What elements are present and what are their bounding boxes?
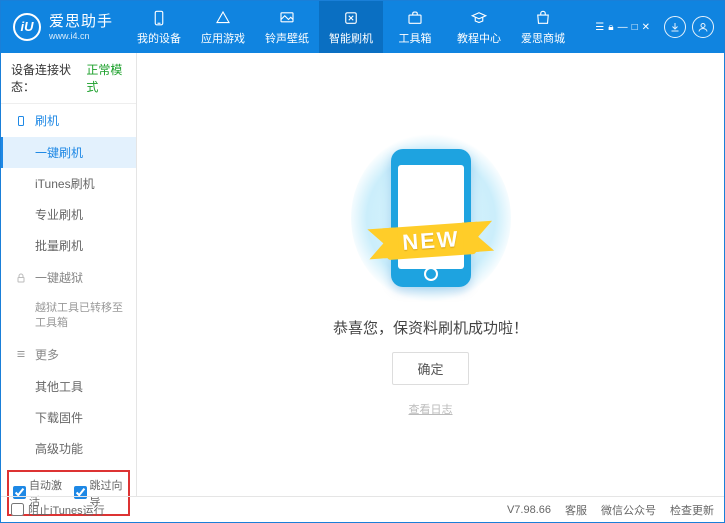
new-ribbon: NEW: [385, 221, 476, 259]
sidebar-item-itunes-flash[interactable]: iTunes刷机: [1, 168, 136, 199]
phone-illustration-icon: [391, 149, 471, 287]
category-flash[interactable]: 刷机: [1, 104, 136, 137]
success-message: 恭喜您，保资料刷机成功啦！: [333, 317, 528, 338]
jailbreak-moved-note: 越狱工具已转移至工具箱: [1, 294, 136, 338]
nav-label: 铃声壁纸: [265, 30, 309, 46]
minimize-icon[interactable]: —: [618, 22, 628, 33]
nav-label: 智能刷机: [329, 30, 373, 46]
download-button[interactable]: [664, 16, 686, 38]
category-label: 刷机: [35, 112, 59, 129]
account-button[interactable]: [692, 16, 714, 38]
nav-label: 爱思商城: [521, 30, 565, 46]
sidebar-item-advanced[interactable]: 高级功能: [1, 433, 136, 464]
window-buttons: ☰ 🔒︎ — □ ✕: [595, 22, 650, 33]
nav-tutorials[interactable]: 教程中心: [447, 1, 511, 53]
flash-icon: [342, 9, 360, 27]
status-value: 正常模式: [86, 61, 126, 95]
nav-ringtones[interactable]: 铃声壁纸: [255, 1, 319, 53]
body: 设备连接状态： 正常模式 刷机 一键刷机 iTunes刷机 专业刷机 批量刷机 …: [1, 53, 724, 496]
menu-icon[interactable]: ☰: [595, 22, 604, 33]
sidebar-item-one-click-flash[interactable]: 一键刷机: [1, 137, 136, 168]
logo-icon: iU: [13, 13, 41, 41]
app-logo: iU 爱思助手 www.i4.cn: [1, 13, 127, 42]
titlebar: iU 爱思助手 www.i4.cn 我的设备 应用游戏 铃声壁纸 智能刷机: [1, 1, 724, 53]
wechat-link[interactable]: 微信公众号: [601, 502, 656, 518]
phone-small-icon: [15, 115, 27, 127]
view-log-link[interactable]: 查看日志: [409, 401, 453, 417]
sidebar: 设备连接状态： 正常模式 刷机 一键刷机 iTunes刷机 专业刷机 批量刷机 …: [1, 53, 137, 496]
titlebar-right: ☰ 🔒︎ — □ ✕: [595, 16, 724, 38]
phone-icon: [150, 9, 168, 27]
nav-toolbox[interactable]: 工具箱: [383, 1, 447, 53]
success-illustration: NEW: [351, 133, 511, 303]
list-icon: [15, 348, 27, 360]
category-label: 更多: [35, 346, 59, 363]
main-panel: NEW 恭喜您，保资料刷机成功啦！ 确定 查看日志: [137, 53, 724, 496]
nav-store[interactable]: 爱思商城: [511, 1, 575, 53]
app-window: iU 爱思助手 www.i4.cn 我的设备 应用游戏 铃声壁纸 智能刷机: [0, 0, 725, 523]
sidebar-item-pro-flash[interactable]: 专业刷机: [1, 199, 136, 230]
app-url: www.i4.cn: [49, 31, 113, 42]
category-jailbreak[interactable]: 一键越狱: [1, 261, 136, 294]
nav-label: 教程中心: [457, 30, 501, 46]
status-label: 设备连接状态：: [11, 61, 80, 95]
sidebar-item-download-firmware[interactable]: 下载固件: [1, 402, 136, 433]
nav-smart-flash[interactable]: 智能刷机: [319, 1, 383, 53]
block-itunes-checkbox[interactable]: 阻止iTunes运行: [11, 502, 105, 518]
wallpaper-icon: [278, 9, 296, 27]
apps-icon: [214, 9, 232, 27]
lock-icon[interactable]: 🔒︎: [608, 22, 613, 33]
check-update-link[interactable]: 检查更新: [670, 502, 714, 518]
nav-apps-games[interactable]: 应用游戏: [191, 1, 255, 53]
app-name: 爱思助手: [49, 13, 113, 31]
customer-service-link[interactable]: 客服: [565, 502, 587, 518]
nav-label: 应用游戏: [201, 30, 245, 46]
lock-small-icon: [15, 272, 27, 284]
category-label: 一键越狱: [35, 269, 83, 286]
nav-my-device[interactable]: 我的设备: [127, 1, 191, 53]
nav-label: 工具箱: [399, 30, 432, 46]
toolbox-icon: [406, 9, 424, 27]
sidebar-item-other-tools[interactable]: 其他工具: [1, 371, 136, 402]
close-icon[interactable]: ✕: [642, 22, 650, 33]
nav-label: 我的设备: [137, 30, 181, 46]
statusbar: 阻止iTunes运行 V7.98.66 客服 微信公众号 检查更新: [1, 496, 724, 522]
connection-status: 设备连接状态： 正常模式: [1, 53, 136, 104]
category-more[interactable]: 更多: [1, 338, 136, 371]
main-nav: 我的设备 应用游戏 铃声壁纸 智能刷机 工具箱 教程中心: [127, 1, 575, 53]
maximize-icon[interactable]: □: [632, 22, 638, 33]
version-text: V7.98.66: [507, 504, 551, 516]
sidebar-item-batch-flash[interactable]: 批量刷机: [1, 230, 136, 261]
ok-button[interactable]: 确定: [392, 352, 468, 385]
graduation-icon: [470, 9, 488, 27]
store-icon: [534, 9, 552, 27]
